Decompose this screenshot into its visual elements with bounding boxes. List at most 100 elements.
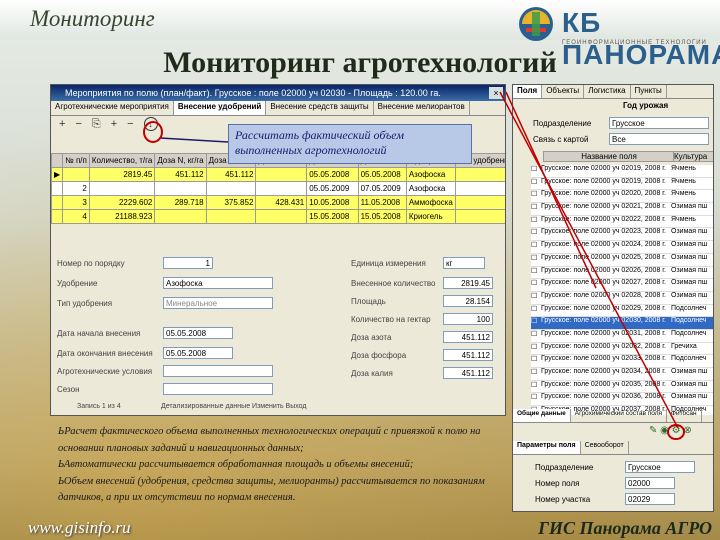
start-date-field[interactable]: 05.05.2008 bbox=[163, 327, 233, 339]
checkbox-icon[interactable]: ☐ bbox=[531, 241, 541, 253]
table-row[interactable]: 2 05.05.2009 07.05.2009 Азофоска bbox=[51, 181, 505, 196]
tab-rotation[interactable]: Севооборот bbox=[581, 441, 629, 454]
tools-icons[interactable]: ✎ ◉ ⚙ ⊗ bbox=[649, 425, 692, 436]
n-field[interactable]: 451.112 bbox=[443, 331, 493, 343]
list-item[interactable]: ☐ Грусское: поле 02000 уч 02020, 2008 г. Я… bbox=[531, 190, 713, 204]
cell-start: 05.05.2009 bbox=[306, 181, 359, 196]
table-row[interactable]: ▶ 2819.45 451.112 451.112 05.05.2008 05.… bbox=[51, 167, 505, 182]
tab-agrochem[interactable]: Агрохимический состав поля bbox=[571, 409, 668, 422]
copy-icon[interactable]: ⎘ bbox=[92, 118, 101, 131]
checkbox-icon[interactable]: ☐ bbox=[531, 165, 541, 177]
field-name: Грусское: поле 02000 уч 02025, 2008 г. bbox=[541, 253, 666, 261]
fertilizer-form: Номер по порядку 1 Удобрение Азофоска Ти… bbox=[51, 253, 505, 403]
close-icon[interactable]: × bbox=[489, 87, 503, 99]
checkbox-icon[interactable]: ☐ bbox=[531, 254, 541, 266]
applied-field[interactable]: 2819.45 bbox=[443, 277, 493, 289]
param-plot-field[interactable]: 02029 bbox=[625, 493, 675, 505]
cell-type bbox=[454, 209, 505, 224]
tab-agro-measures[interactable]: Агротехнические мероприятия bbox=[51, 101, 174, 115]
remove-icon[interactable]: − bbox=[127, 118, 133, 130]
checkbox-icon[interactable]: ☐ bbox=[531, 317, 541, 329]
type-field[interactable]: Минеральное bbox=[163, 297, 273, 309]
checkbox-icon[interactable]: ☐ bbox=[531, 393, 541, 405]
param-division-field[interactable]: Грусское bbox=[625, 461, 695, 473]
division-label: Подразделение bbox=[533, 119, 592, 128]
tab-meliorants[interactable]: Внесение мелиорантов bbox=[374, 101, 470, 115]
end-date-field[interactable]: 05.05.2008 bbox=[163, 347, 233, 359]
map-select[interactable]: Все bbox=[609, 133, 709, 145]
checkbox-icon[interactable]: ☐ bbox=[531, 279, 541, 291]
checkbox-icon[interactable]: ☐ bbox=[531, 292, 541, 304]
list-item[interactable]: ☐ Грусское: поле 02000 уч 02022, 2008 г. Я… bbox=[531, 216, 713, 229]
list-item[interactable]: ☐ Грусское: поле 02000 уч 02023, 2008 г. О… bbox=[531, 228, 713, 242]
table-row[interactable]: 4 21188.923 15.05.2008 15.05.2008 Криоге… bbox=[51, 209, 505, 224]
fertilizer-select[interactable]: Азофоска bbox=[163, 277, 273, 289]
p-field[interactable]: 451.112 bbox=[443, 349, 493, 361]
field-crop: Подсолнеч bbox=[671, 355, 707, 363]
footer-brand: ГИС Панорама АГРО bbox=[538, 518, 712, 538]
per-ha-field[interactable]: 100 bbox=[443, 313, 493, 325]
unit-field[interactable]: кг bbox=[443, 257, 485, 269]
checkbox-icon[interactable]: ☐ bbox=[531, 190, 541, 202]
conditions-field[interactable] bbox=[163, 365, 273, 377]
checkbox-icon[interactable]: ☐ bbox=[531, 381, 541, 393]
list-item[interactable]: ☐ Грусское: поле 02000 уч 02035, 2008 г. О… bbox=[531, 381, 713, 394]
tab-general[interactable]: Общие данные bbox=[513, 409, 571, 422]
list-item[interactable]: ☐ Грусское: поле 02000 уч 02027, 2008 г. О… bbox=[531, 279, 713, 292]
status-actions[interactable]: Детализированные данные Изменить Выход bbox=[161, 403, 307, 410]
checkbox-icon[interactable]: ☐ bbox=[531, 216, 541, 228]
tab-objects[interactable]: Объекты bbox=[542, 85, 585, 98]
cell-start: 05.05.2008 bbox=[306, 167, 359, 182]
order-field[interactable]: 1 bbox=[163, 257, 213, 269]
map-label: Связь с картой bbox=[533, 135, 589, 144]
tab-logistics[interactable]: Логистика bbox=[584, 85, 631, 98]
area-field[interactable]: 28.154 bbox=[443, 295, 493, 307]
checkbox-icon[interactable]: ☐ bbox=[531, 330, 541, 342]
tab-field-params[interactable]: Параметры поля bbox=[513, 441, 581, 454]
list-item[interactable]: ☐ Грусское: поле 02000 уч 02030, 2008 г. П… bbox=[531, 317, 713, 330]
list-item[interactable]: ☐ Грусское: поле 02000 уч 02019, 2008 г. Я… bbox=[531, 178, 713, 191]
field-crop: Ячмень bbox=[671, 177, 696, 185]
fertilizer-label: Удобрение bbox=[57, 279, 98, 288]
checkbox-icon[interactable]: ☐ bbox=[531, 368, 541, 380]
col-name-header: Название поля bbox=[543, 151, 675, 162]
division-select[interactable]: Грусское bbox=[609, 117, 709, 129]
list-item[interactable]: ☐ Грусское: поле 02000 уч 02028, 2008 г. О… bbox=[531, 292, 713, 305]
list-item[interactable]: ☐ Грусское: поле 02000 уч 02034, 2008 г. О… bbox=[531, 368, 713, 381]
add-icon[interactable]: + bbox=[111, 118, 117, 130]
cell-p bbox=[205, 209, 257, 224]
plus-icon[interactable]: + bbox=[59, 118, 65, 130]
list-item[interactable]: ☐ Грусское: поле 02000 уч 02025, 2008 г. О… bbox=[531, 254, 713, 267]
tab-fertilizers[interactable]: Внесение удобрений bbox=[173, 101, 267, 115]
season-field[interactable] bbox=[163, 383, 273, 395]
row-pointer-icon: ▶ bbox=[51, 167, 64, 182]
list-item[interactable]: ☐ Грусское: поле 02000 уч 02032, 2008 г. Г… bbox=[531, 343, 713, 356]
header-small: Мониторинг bbox=[30, 6, 155, 31]
list-item[interactable]: ☐ Грусское: поле 02000 уч 02021, 2008 г. О… bbox=[531, 203, 713, 216]
checkbox-icon[interactable]: ☐ bbox=[531, 267, 541, 279]
checkbox-icon[interactable]: ☐ bbox=[531, 355, 541, 367]
calculate-icon[interactable]: ↓ bbox=[143, 117, 158, 131]
list-item[interactable]: ☐ Грусское: поле 02000 уч 02026, 2008 г. О… bbox=[531, 267, 713, 280]
k-field[interactable]: 451.112 bbox=[443, 367, 493, 379]
list-item[interactable]: ☐ Грусское: поле 02000 уч 02024, 2008 г. О… bbox=[531, 241, 713, 254]
list-item[interactable]: ☐ Грусское: поле 02000 уч 02029, 2008 г. П… bbox=[531, 305, 713, 318]
list-item[interactable]: ☐ Грусское: поле 02000 уч 02031, 2008 г. П… bbox=[531, 330, 713, 343]
list-item[interactable]: ☐ Грусское: поле 02000 уч 02036, 2008 г. О… bbox=[531, 393, 713, 407]
checkbox-icon[interactable]: ☐ bbox=[531, 228, 541, 240]
tab-fields[interactable]: Поля bbox=[513, 85, 543, 98]
checkbox-icon[interactable]: ☐ bbox=[531, 203, 541, 215]
tab-phyto[interactable]: Фитосан bbox=[667, 409, 702, 422]
tab-points[interactable]: Пункты bbox=[631, 85, 667, 98]
tab-protection[interactable]: Внесение средств защиты bbox=[266, 101, 374, 115]
list-item[interactable]: ☐ Грусское: поле 02000 уч 02033, 2008 г. П… bbox=[531, 355, 713, 368]
checkbox-icon[interactable]: ☐ bbox=[531, 305, 541, 317]
param-field-field[interactable]: 02000 bbox=[625, 477, 675, 489]
footer-url[interactable]: www.gisinfo.ru bbox=[28, 518, 131, 538]
table-row[interactable]: 3 2229.602 289.718 375.852 428.431 10.05… bbox=[51, 195, 505, 210]
start-label: Дата начала внесения bbox=[57, 329, 141, 338]
minus-icon[interactable]: − bbox=[75, 118, 81, 130]
checkbox-icon[interactable]: ☐ bbox=[531, 343, 541, 355]
list-item[interactable]: ☐ Грусское: поле 02000 уч 02019, 2008 г. Я… bbox=[531, 165, 713, 178]
checkbox-icon[interactable]: ☐ bbox=[531, 178, 541, 190]
